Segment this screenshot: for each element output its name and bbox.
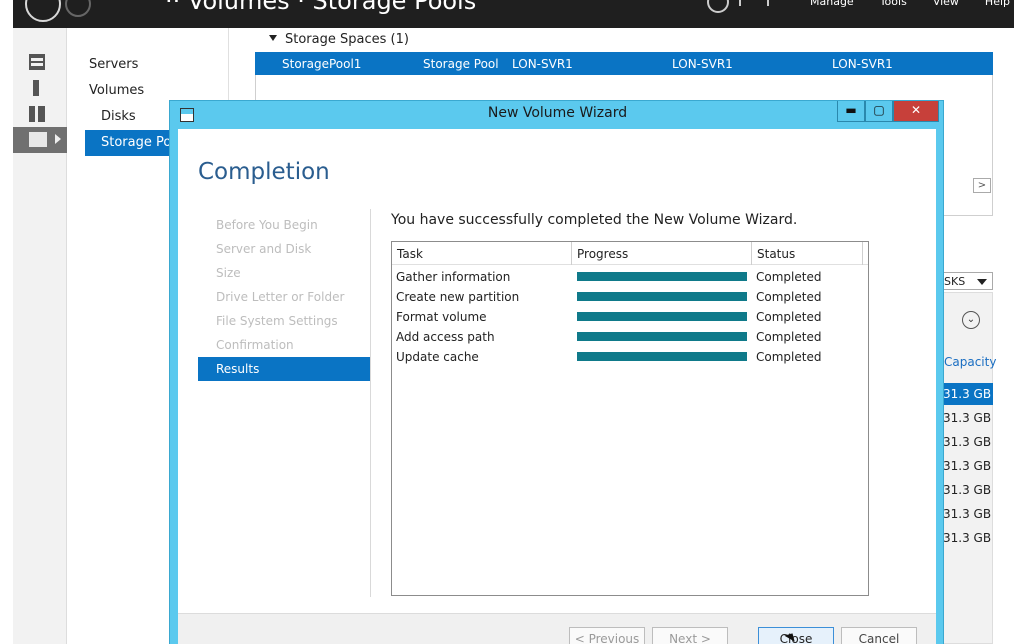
minimize-button[interactable]: ▬ bbox=[837, 101, 865, 122]
collapse-triangle-icon bbox=[269, 35, 277, 41]
menu-manage[interactable]: Manage bbox=[810, 0, 854, 8]
progress-bar-fill bbox=[577, 312, 747, 321]
local-server-icon[interactable] bbox=[33, 80, 39, 96]
table-row[interactable]: Update cache Completed bbox=[392, 347, 868, 367]
storage-pool-row[interactable]: StoragePool1 Storage Pool LON-SVR1 LON-S… bbox=[255, 52, 993, 75]
subnav-item-disks[interactable]: Disks bbox=[101, 109, 136, 124]
cancel-button[interactable]: Cancel bbox=[841, 627, 917, 644]
task-name: Add access path bbox=[396, 330, 495, 344]
subnav-item-servers[interactable]: Servers bbox=[89, 57, 138, 72]
menu-help[interactable]: Help bbox=[985, 0, 1010, 8]
capacity-column-header[interactable]: Capacity bbox=[944, 355, 996, 369]
task-status: Completed bbox=[756, 270, 822, 284]
notifications-flag-icon[interactable] bbox=[739, 0, 769, 6]
task-name: Format volume bbox=[396, 310, 487, 324]
step-before-you-begin: Before You Begin bbox=[216, 218, 318, 232]
step-server-and-disk: Server and Disk bbox=[216, 242, 312, 256]
disk-capacity-cell[interactable]: 31.3 GB bbox=[941, 455, 993, 477]
all-servers-icon[interactable] bbox=[29, 106, 45, 122]
progress-bar bbox=[577, 292, 747, 301]
progress-bar-fill bbox=[577, 272, 747, 281]
task-status: Completed bbox=[756, 350, 822, 364]
pool-read-write-server: LON-SVR1 bbox=[832, 57, 893, 71]
chevron-right-icon bbox=[55, 134, 61, 144]
wizard-steps: Before You Begin Server and Disk Size Dr… bbox=[198, 213, 370, 381]
wizard-body: Completion Before You Begin Server and D… bbox=[178, 129, 936, 644]
pool-list-border-bottom bbox=[941, 215, 993, 216]
file-storage-icon bbox=[29, 132, 47, 147]
task-name: Create new partition bbox=[396, 290, 520, 304]
left-icon-rail bbox=[13, 28, 67, 644]
pool-managed-by: LON-SVR1 bbox=[512, 57, 573, 71]
expand-circle-icon[interactable]: ⌄ bbox=[962, 311, 980, 329]
back-arrow-icon[interactable] bbox=[25, 0, 61, 22]
menu-view[interactable]: View bbox=[933, 0, 959, 8]
progress-bar-fill bbox=[577, 332, 747, 341]
step-confirmation: Confirmation bbox=[216, 338, 294, 352]
task-name: Update cache bbox=[396, 350, 479, 364]
file-storage-services-nav[interactable] bbox=[13, 127, 67, 153]
task-status: Completed bbox=[756, 290, 822, 304]
maximize-button[interactable]: ▢ bbox=[865, 101, 893, 122]
table-row[interactable]: Create new partition Completed bbox=[392, 287, 868, 307]
refresh-icon[interactable] bbox=[707, 0, 729, 13]
previous-button[interactable]: < Previous bbox=[569, 627, 645, 644]
results-table-header: Task Progress Status bbox=[392, 242, 868, 265]
column-header-status[interactable]: Status bbox=[752, 242, 863, 265]
disk-capacity-cell[interactable]: 31.3 GB bbox=[941, 479, 993, 501]
dashboard-icon[interactable] bbox=[29, 54, 45, 70]
disk-capacity-cell[interactable]: 31.3 GB bbox=[941, 383, 993, 405]
pool-list-border-right bbox=[992, 75, 993, 215]
progress-bar-fill bbox=[577, 352, 747, 361]
steps-divider bbox=[370, 209, 371, 597]
scroll-right-arrow-icon[interactable]: > bbox=[973, 178, 991, 193]
column-header-progress[interactable]: Progress bbox=[572, 242, 752, 265]
tasks-dropdown[interactable]: SKS bbox=[941, 272, 993, 290]
forward-arrow-icon[interactable] bbox=[65, 0, 91, 17]
disk-capacity-cell[interactable]: 31.3 GB bbox=[941, 503, 993, 525]
disk-capacity-cell[interactable]: 31.3 GB bbox=[941, 527, 993, 549]
pool-available-to: LON-SVR1 bbox=[672, 57, 733, 71]
table-row[interactable]: Format volume Completed bbox=[392, 307, 868, 327]
progress-bar bbox=[577, 272, 747, 281]
column-header-task[interactable]: Task bbox=[392, 242, 572, 265]
next-button[interactable]: Next > bbox=[652, 627, 728, 644]
menu-tools[interactable]: Tools bbox=[880, 0, 907, 8]
step-drive-letter: Drive Letter or Folder bbox=[216, 290, 345, 304]
completion-message: You have successfully completed the New … bbox=[391, 212, 798, 228]
progress-bar bbox=[577, 312, 747, 321]
subnav-item-volumes[interactable]: Volumes bbox=[89, 83, 144, 98]
top-menu: Manage Tools View Help bbox=[810, 0, 1010, 8]
storage-spaces-group-header[interactable]: Storage Spaces (1) bbox=[269, 32, 409, 47]
results-table: Task Progress Status Gather information C… bbox=[391, 241, 869, 596]
page-title: Completion bbox=[198, 159, 330, 185]
window-close-button[interactable]: ✕ bbox=[893, 101, 939, 122]
task-status: Completed bbox=[756, 330, 822, 344]
step-file-system-settings: File System Settings bbox=[216, 314, 338, 328]
progress-bar bbox=[577, 332, 747, 341]
wizard-title: New Volume Wizard bbox=[487, 105, 628, 121]
progress-bar-fill bbox=[577, 292, 747, 301]
new-volume-wizard-window: New Volume Wizard ▬ ▢ ✕ Completion Befor… bbox=[169, 100, 944, 644]
table-row[interactable]: Gather information Completed bbox=[392, 267, 868, 287]
task-status: Completed bbox=[756, 310, 822, 324]
disk-capacity-cell[interactable]: 31.3 GB bbox=[941, 431, 993, 453]
progress-bar bbox=[577, 352, 747, 361]
step-size: Size bbox=[216, 266, 241, 280]
step-results: Results bbox=[198, 357, 370, 381]
task-name: Gather information bbox=[396, 270, 511, 284]
pool-name: StoragePool1 bbox=[282, 57, 362, 71]
breadcrumb: ·· Volumes · Storage Pools bbox=[165, 0, 477, 15]
disk-capacity-cell[interactable]: 31.3 GB bbox=[941, 407, 993, 429]
pool-type: Storage Pool bbox=[423, 57, 499, 71]
window-controls: ▬ ▢ ✕ bbox=[837, 101, 939, 122]
chevron-down-icon bbox=[977, 279, 987, 285]
table-row[interactable]: Add access path Completed bbox=[392, 327, 868, 347]
server-manager-titlebar: ·· Volumes · Storage Pools Manage Tools … bbox=[13, 0, 1014, 28]
